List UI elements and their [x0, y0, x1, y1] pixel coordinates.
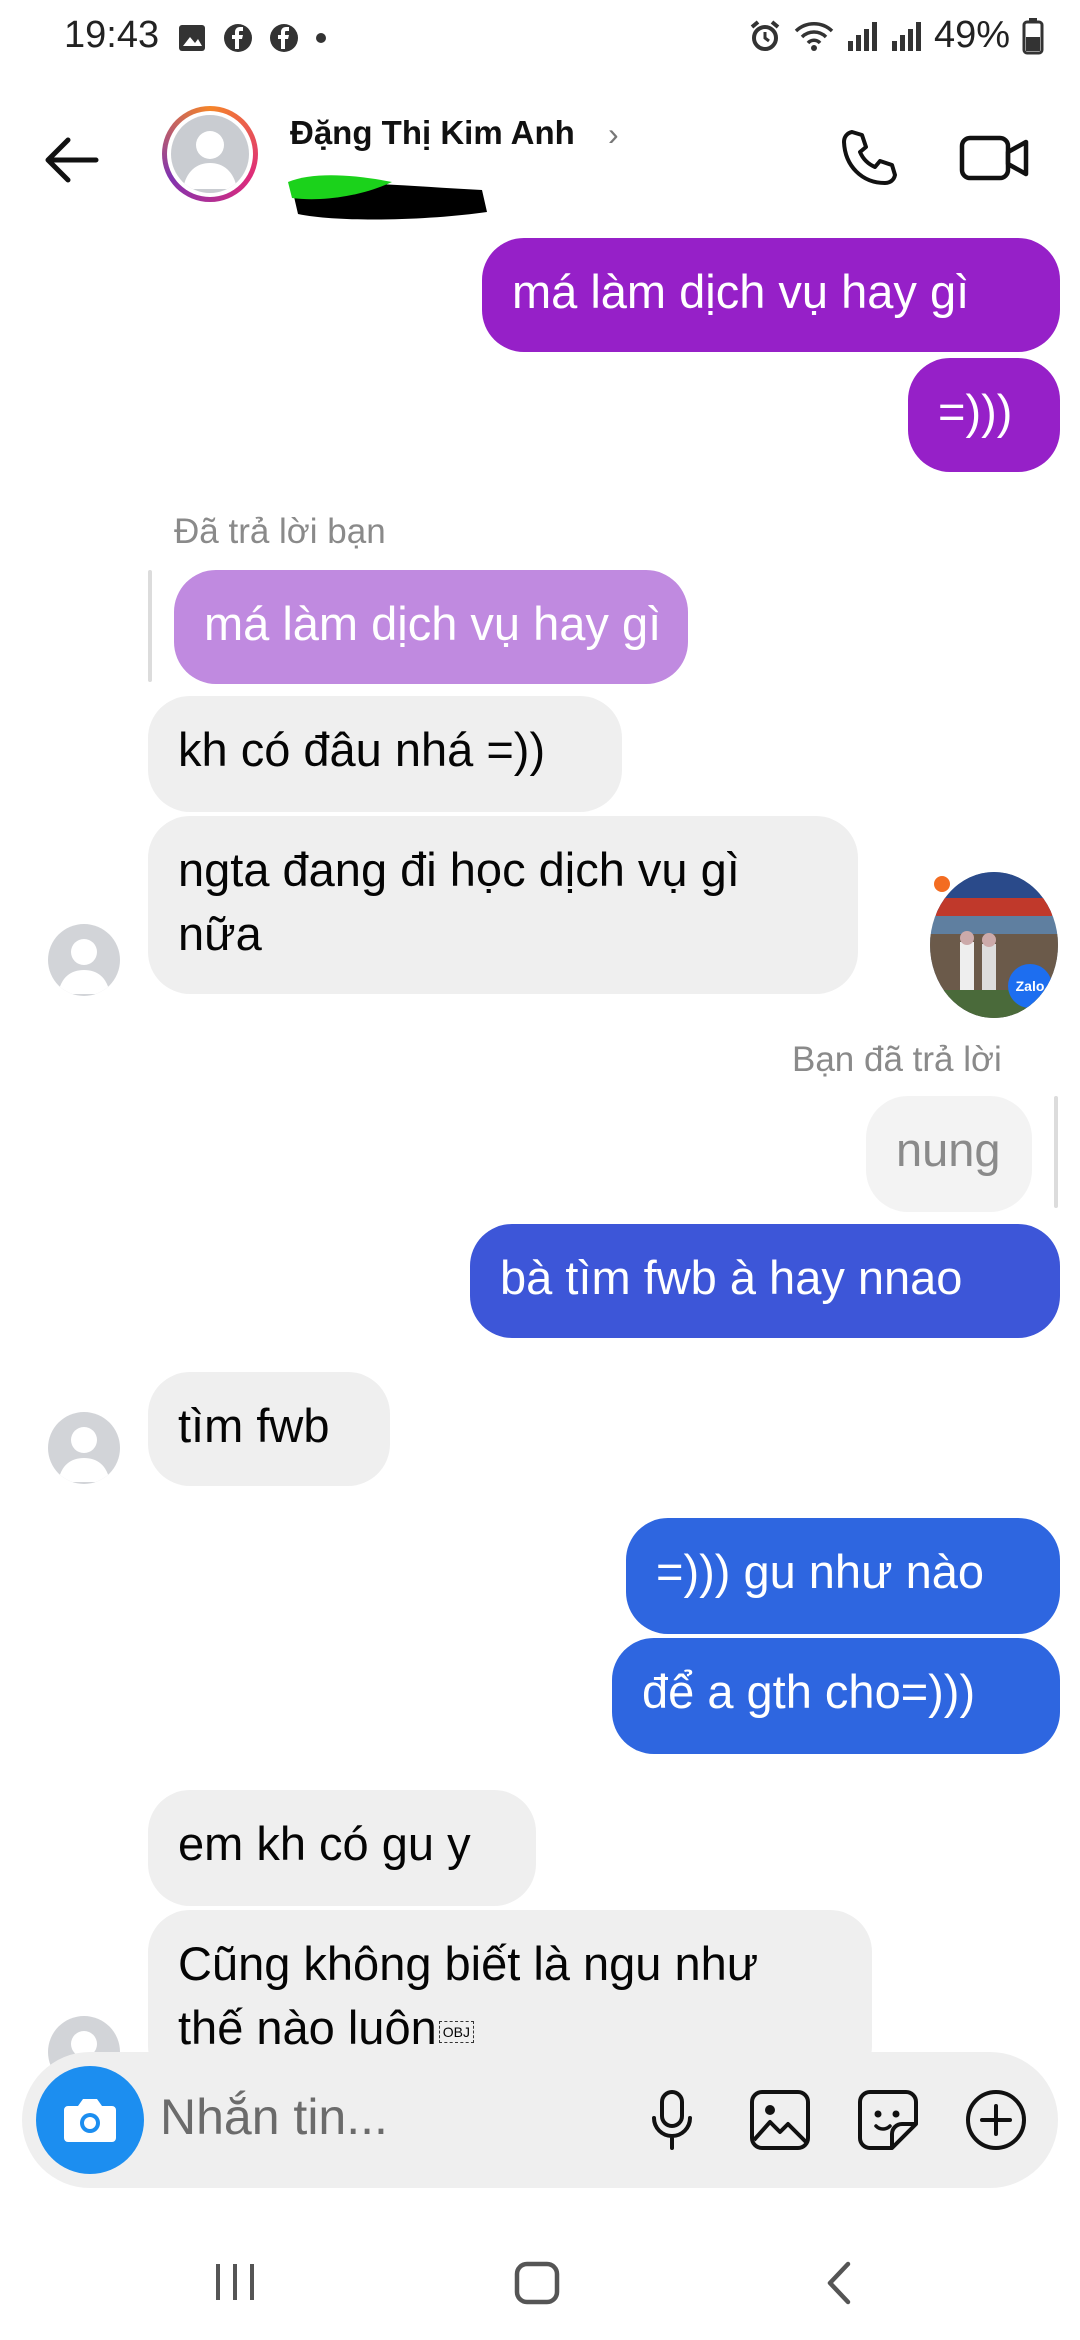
- online-dot: [934, 876, 950, 892]
- message-bubble-outgoing[interactable]: má làm dịch vụ hay gì: [482, 238, 1060, 352]
- signal-icon: [847, 21, 877, 51]
- home-icon[interactable]: [512, 2260, 562, 2306]
- message-bubble-incoming[interactable]: ngta đang đi học dịch vụ gì nữa: [148, 816, 858, 994]
- system-nav-bar: [0, 2216, 1080, 2340]
- image-icon[interactable]: [742, 2082, 818, 2158]
- reply-label: Bạn đã trả lời: [792, 1040, 1002, 1079]
- contact-chevron[interactable]: ›: [608, 116, 619, 153]
- message-bubble-outgoing[interactable]: =))): [908, 358, 1060, 472]
- camera-button[interactable]: [36, 2066, 144, 2174]
- facebook-notification-icon: [224, 24, 252, 52]
- obj-placeholder-glyph: OBJ: [438, 2020, 474, 2043]
- battery-percent: 49%: [933, 14, 1010, 56]
- default-person-icon: [58, 1427, 110, 1482]
- message-bubble-incoming[interactable]: em kh có gu y: [148, 1790, 536, 1906]
- recent-apps-icon[interactable]: [210, 2260, 260, 2304]
- chat-header: Đặng Thị Kim Anh ›: [0, 100, 1080, 240]
- zalo-badge: Zalo: [1008, 964, 1052, 1008]
- back-arrow-icon[interactable]: [40, 128, 104, 192]
- quoted-message[interactable]: nung: [866, 1096, 1032, 1212]
- wifi-icon: [794, 21, 834, 51]
- default-person-icon: [183, 131, 237, 189]
- reply-quote-line: [148, 570, 152, 682]
- contact-name[interactable]: Đặng Thị Kim Anh: [290, 114, 575, 152]
- phone-icon[interactable]: [838, 126, 902, 190]
- default-person-icon: [58, 939, 110, 994]
- gallery-notification-icon: [179, 25, 205, 51]
- notification-icons: [176, 22, 328, 54]
- contact-avatar[interactable]: [162, 106, 258, 202]
- sticker-icon[interactable]: [850, 2082, 926, 2158]
- seen-indicator-avatar: Zalo: [930, 872, 1058, 1018]
- facebook-notification-icon-2: [270, 24, 298, 52]
- message-input[interactable]: Nhắn tin...: [160, 2088, 388, 2146]
- alarm-icon: [750, 19, 780, 51]
- message-bubble-incoming[interactable]: tìm fwb: [148, 1372, 390, 1486]
- reply-label: Đã trả lời bạn: [174, 512, 386, 551]
- battery-icon: [1022, 17, 1044, 54]
- status-right: 49%: [748, 14, 1044, 57]
- reply-quote-line: [1054, 1096, 1058, 1208]
- message-composer: Nhắn tin...: [22, 2052, 1058, 2188]
- plus-circle-icon[interactable]: [958, 2082, 1034, 2158]
- message-bubble-outgoing[interactable]: bà tìm fwb à hay nnao: [470, 1224, 1060, 1338]
- camera-icon: [64, 2099, 116, 2142]
- message-bubble-outgoing[interactable]: để a gth cho=))): [612, 1638, 1060, 1754]
- message-bubble-outgoing[interactable]: =))) gu như nào: [626, 1518, 1060, 1634]
- more-notifications-dot-icon: [316, 33, 326, 43]
- sender-avatar[interactable]: [48, 924, 120, 996]
- sender-avatar[interactable]: [48, 1412, 120, 1484]
- redaction-scribble: [288, 175, 487, 220]
- message-bubble-incoming[interactable]: kh có đâu nhá =)): [148, 696, 622, 812]
- quoted-message[interactable]: má làm dịch vụ hay gì: [174, 570, 688, 684]
- microphone-icon[interactable]: [634, 2082, 710, 2158]
- signal-icon-2: [891, 21, 921, 51]
- status-bar: 19:43 49%: [0, 0, 1080, 84]
- status-time: 19:43: [64, 14, 160, 56]
- video-camera-icon[interactable]: [958, 126, 1032, 190]
- back-nav-icon[interactable]: [820, 2260, 860, 2306]
